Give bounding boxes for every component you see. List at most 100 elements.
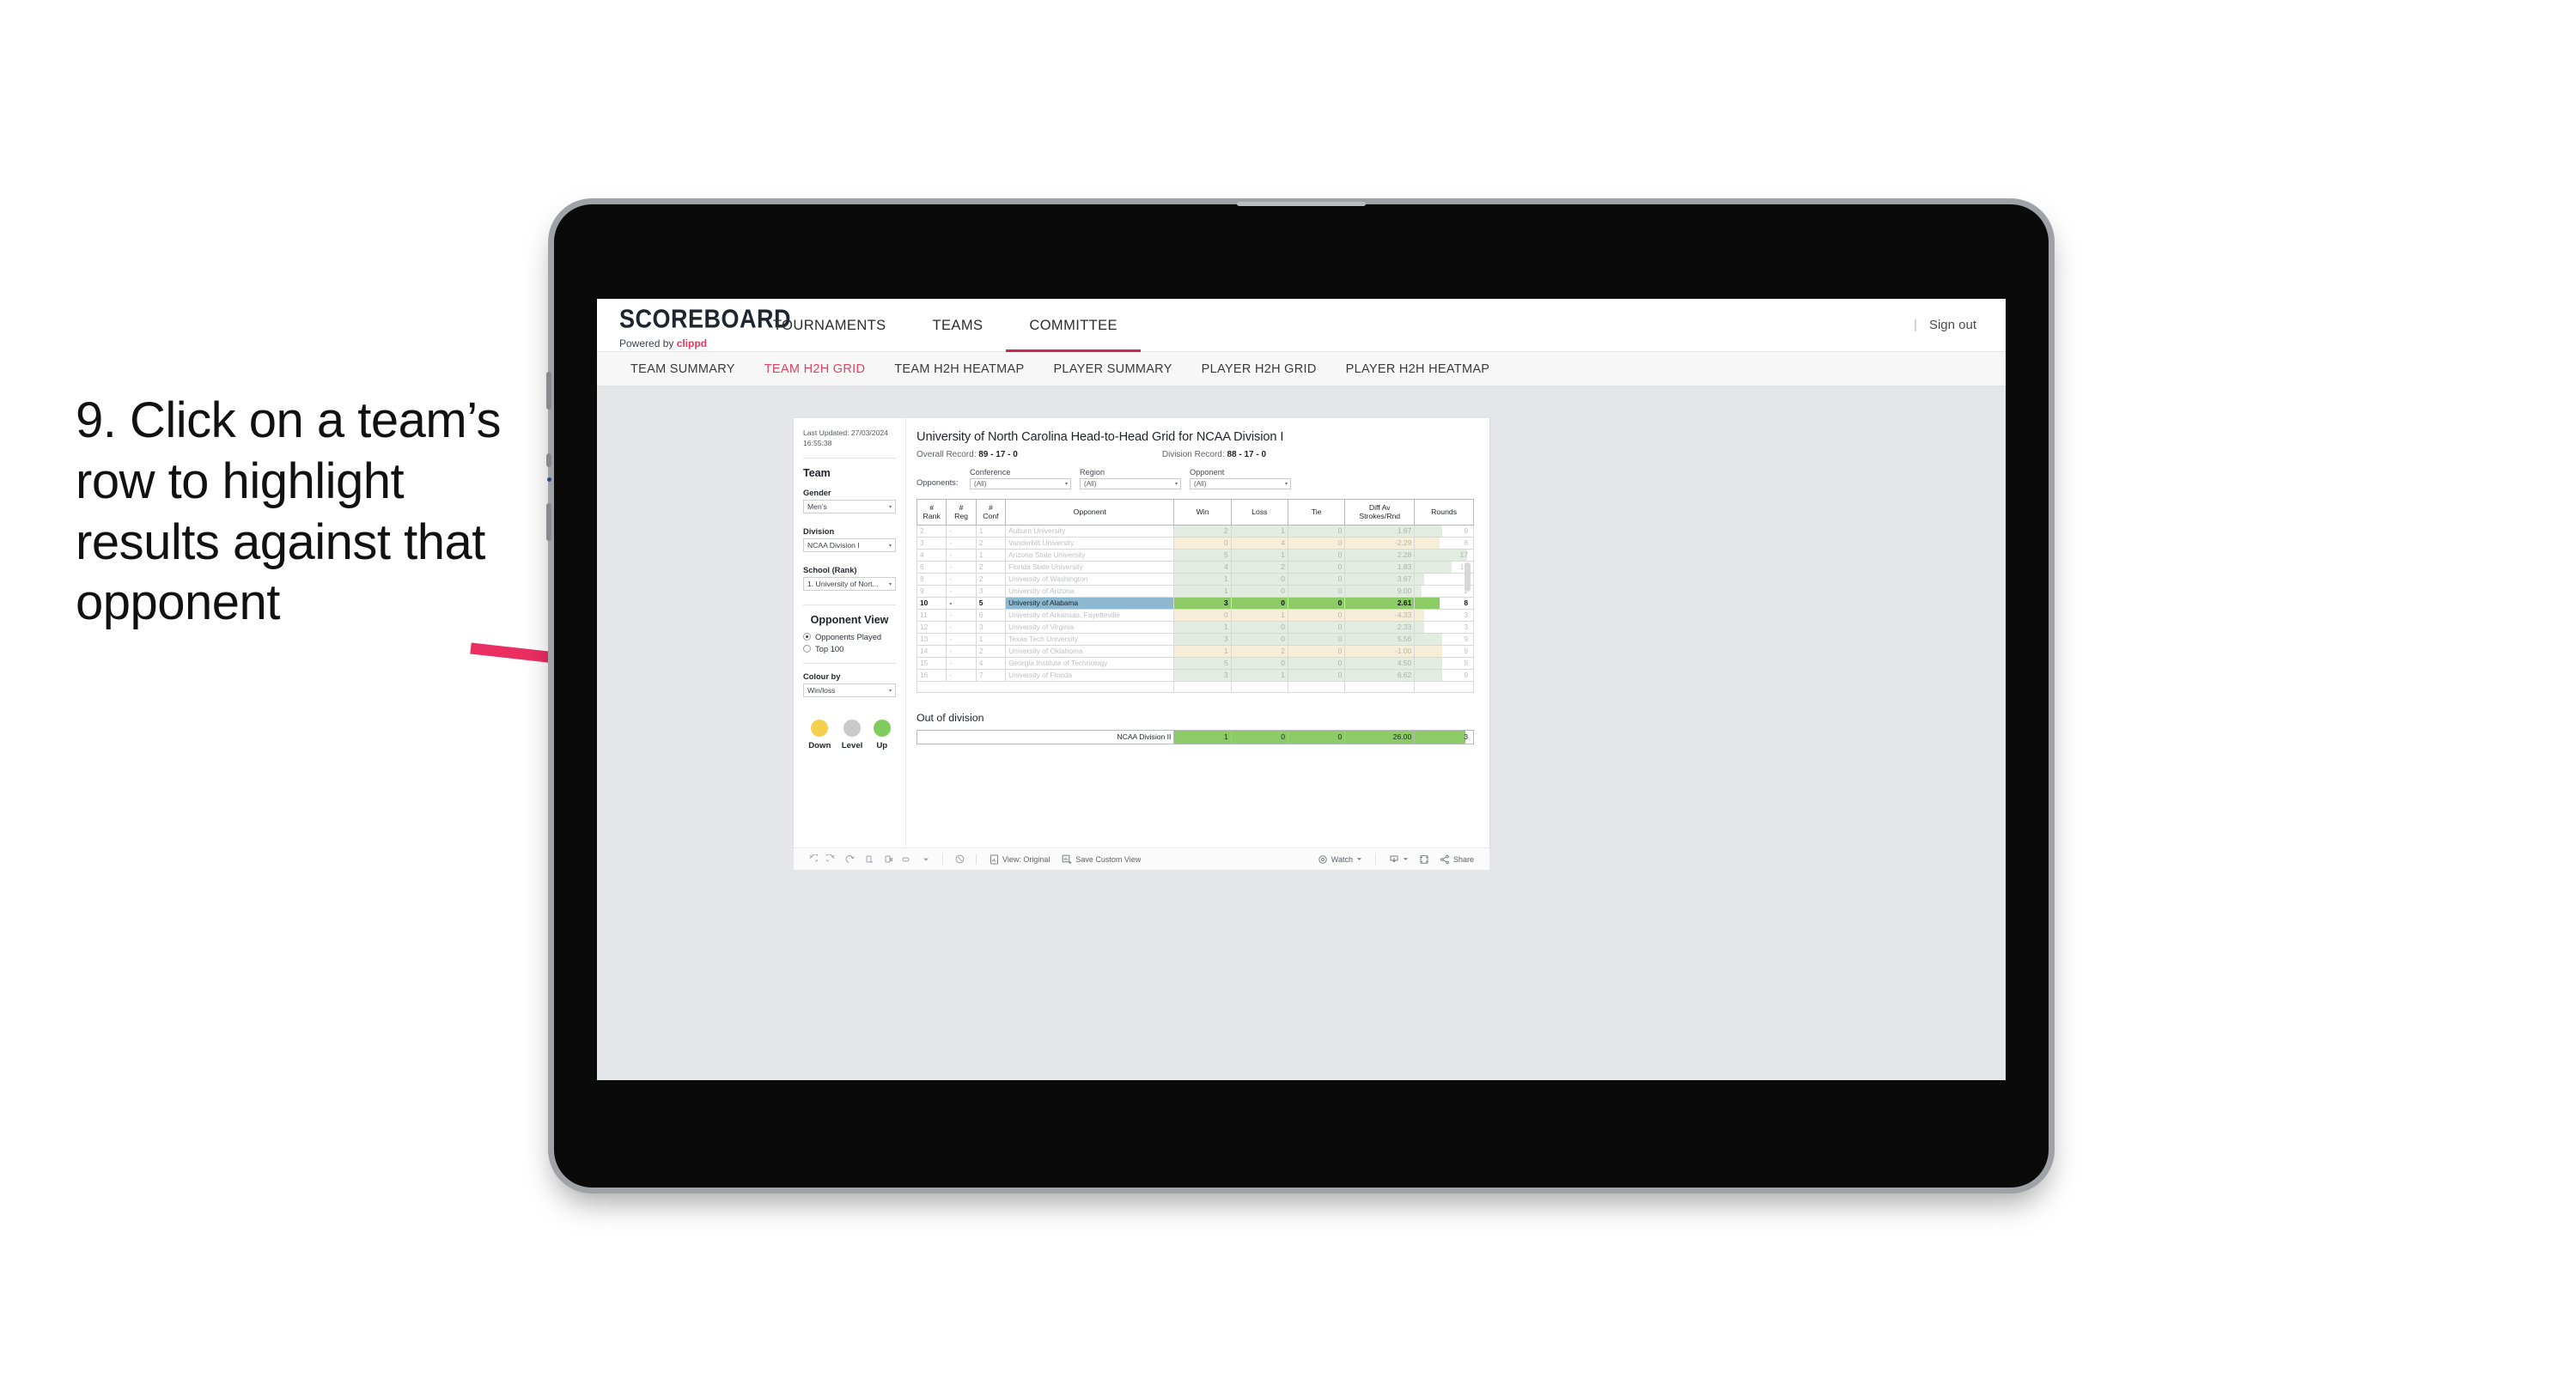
table-row[interactable]: 2-1 Auburn University 2 1 0 1.67 9 [916,524,1474,538]
refresh-icon[interactable] [861,851,878,868]
cell-loss: 2 [1230,644,1288,658]
table-row[interactable]: 9-3University of Arizona1009.002 [916,584,1474,598]
colour-by-select[interactable]: Win/loss ▾ [803,683,896,698]
cell-diff: -1.00 [1344,644,1416,658]
nav-tab-tournaments[interactable]: TOURNAMENTS [750,299,910,352]
cell-rounds: 8 [1414,536,1474,550]
opponent-filter-select[interactable]: (All) ▾ [1190,478,1291,489]
header-line-2: Reg [954,512,968,521]
table-row[interactable]: 4-1 Arizona State University 5 1 0 2.28 17 [916,548,1474,562]
rounds-value: 17 [1459,550,1468,559]
cell-opponent: University of Virginia [1005,620,1175,634]
cell-opponent: University of Florida [1005,668,1175,682]
rounds-value: 9 [1464,670,1468,679]
pan-icon[interactable] [898,851,916,868]
grid-footer-spacer [916,680,1474,693]
pause-icon[interactable] [880,851,897,868]
colour-legend: Down Level Up [803,720,896,750]
grid-col-header-rounds[interactable]: Rounds [1414,499,1474,525]
table-row[interactable]: 15-4 Georgia Institute of Technology 5 0 0 4.… [916,656,1474,670]
cell-rank: 10 [916,596,947,610]
grid-col-header-diff-av-strokes-rnd[interactable]: Diff Av Strokes/Rnd [1344,499,1416,525]
cell-region: - [946,548,977,562]
region-filter: Region (All) ▾ [1080,468,1181,489]
share-button[interactable]: Share [1434,854,1479,865]
subnav-team-h2h-grid[interactable]: TEAM H2H GRID [750,362,880,376]
table-row[interactable]: 6-2Florida State University4201.8312 [916,560,1474,574]
subnav-team-h2h-heatmap[interactable]: TEAM H2H HEATMAP [880,362,1038,376]
grid-col-header-rank[interactable]: # Rank [916,499,947,525]
chevron-down-icon[interactable] [917,851,935,868]
cell-conference: 1 [975,524,1007,538]
subnav-player-h2h-heatmap[interactable]: PLAYER H2H HEATMAP [1331,362,1505,376]
subnav-player-h2h-grid[interactable]: PLAYER H2H GRID [1187,362,1331,376]
view-original-button[interactable]: View: Original [984,854,1055,865]
cell-tie: 0 [1287,644,1346,658]
grid-header-row: # Rank # Reg # Conf Opponent Win Loss Tie Diff Av S… [916,499,1474,525]
table-row[interactable]: 8-2University of Washington1003.673 [916,572,1474,586]
cell-loss: 0 [1230,584,1288,598]
cell-rounds: 9 [1414,644,1474,658]
record-summary: Overall Record: 89 - 17 - 0 Division Rec… [917,450,1474,459]
grid-col-header-conf[interactable]: # Conf [975,499,1007,525]
cell-diff: 3.67 [1344,572,1416,586]
sign-out-link[interactable]: Sign out [1929,318,1976,332]
table-row[interactable]: 10-5 University of Alabama 3 0 0 2.61 8 [916,596,1474,610]
grid-col-header-reg[interactable]: # Reg [946,499,977,525]
table-row[interactable]: 14-2 University of Oklahoma 1 2 0 -1.00 9 [916,644,1474,658]
header-line-1: Opponent [1073,507,1106,517]
fullscreen-icon[interactable] [1416,851,1433,868]
grid-col-header-tie[interactable]: Tie [1287,499,1346,525]
table-row[interactable]: 3-2 Vanderbilt University 0 4 0 -2.29 8 [916,536,1474,550]
cell-conference: 6 [975,608,1007,622]
radio-opponents-played-label: Opponents Played [815,632,882,642]
division-label: Division [803,527,835,537]
secondary-nav: TEAM SUMMARY TEAM H2H GRID TEAM H2H HEAT… [597,352,2006,386]
out-of-division-row[interactable]: NCAA Division II 1 0 0 26.00 3 [916,729,1474,744]
grid-col-header-opponent[interactable]: Opponent [1005,499,1175,525]
table-row[interactable]: 12-3 University of Virginia 1 0 0 2.33 3 [916,620,1474,634]
cell-diff: 2.61 [1344,596,1416,610]
header-line-1: # [959,503,964,512]
subnav-team-summary[interactable]: TEAM SUMMARY [616,362,750,376]
cell-win: 0 [1173,608,1232,622]
table-row[interactable]: 16-7 University of Florida 3 1 0 6.62 9 [916,668,1474,682]
division-select[interactable]: NCAA Division I ▾ [803,538,896,553]
radio-opponents-played[interactable]: Opponents Played [803,632,896,641]
rounds-value: 9 [1464,646,1468,655]
gender-select[interactable]: Men’s ▾ [803,500,896,514]
grid-scrollbar-thumb[interactable] [1465,562,1471,592]
conference-filter-select[interactable]: (All) ▾ [970,478,1071,489]
school-rank-select[interactable]: 1. University of Nort... ▾ [803,577,896,592]
powered-prefix: Powered by [619,337,677,349]
revert-icon[interactable] [842,851,859,868]
cell-conference: 2 [975,536,1007,550]
region-filter-value: (All) [1084,480,1097,488]
subnav-player-summary[interactable]: PLAYER SUMMARY [1038,362,1186,376]
cell-tie: 0 [1287,668,1346,682]
grid-col-header-win[interactable]: Win [1173,499,1232,525]
table-row[interactable]: 13-1 Texas Tech University 3 0 0 5.56 9 [916,632,1474,646]
redo-icon[interactable] [823,851,840,868]
radio-top-100[interactable]: Top 100 [803,644,896,653]
cell-diff: 5.56 [1344,632,1416,646]
cell-win: 5 [1173,656,1232,670]
cell-rank: 16 [916,668,947,682]
cell-rounds: 9 [1414,668,1474,682]
share-icon [1440,854,1449,864]
save-custom-view-button[interactable]: Save Custom View [1057,854,1146,865]
nav-tab-teams[interactable]: TEAMS [910,299,1007,352]
header-line-1: Tie [1311,507,1322,517]
region-filter-select[interactable]: (All) ▾ [1080,478,1181,489]
grid-col-header-loss[interactable]: Loss [1230,499,1288,525]
view-original-label: View: Original [1002,854,1050,864]
table-row[interactable]: 11-6 University of Arkansas, Fayetteville… [916,608,1474,622]
download-button[interactable] [1384,854,1414,865]
watch-button[interactable]: Watch [1312,854,1367,865]
undo-icon[interactable] [804,851,821,868]
cell-tie: 0 [1287,548,1346,562]
ood-tie: 0 [1287,729,1346,744]
cell-win: 1 [1173,572,1232,586]
nav-tab-committee[interactable]: COMMITTEE [1006,299,1141,352]
highlight-icon[interactable] [951,851,968,868]
